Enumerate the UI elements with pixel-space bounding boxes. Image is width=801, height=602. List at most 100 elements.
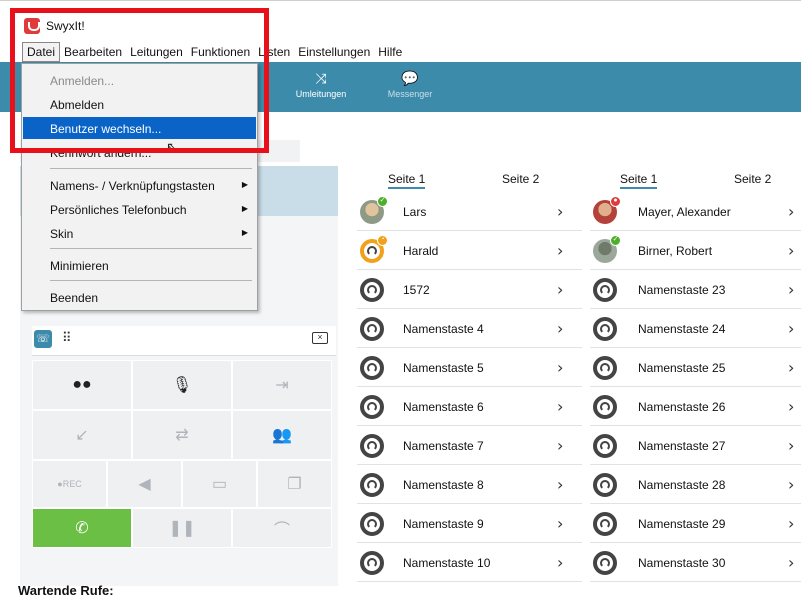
dial-bar: ☏ ⠿ × xyxy=(32,326,336,356)
conference-toggle-button[interactable]: ●● xyxy=(32,360,132,410)
backspace-icon[interactable]: × xyxy=(312,332,328,344)
speed-dial-namenstaste-4[interactable]: Namenstaste 4 › xyxy=(357,310,582,348)
tab-left-seite-2[interactable]: Seite 2 xyxy=(502,172,539,186)
transfer-button[interactable]: ⇄ xyxy=(132,410,232,460)
chevron-right-icon[interactable]: › xyxy=(788,319,794,338)
speed-dial-namenstaste-23[interactable]: Namenstaste 23 › xyxy=(590,271,801,309)
avatar xyxy=(593,395,617,419)
speed-dial-namenstaste-8[interactable]: Namenstaste 8 › xyxy=(357,466,582,504)
speed-dial-label: Lars xyxy=(403,205,427,219)
status-busy-icon: ● xyxy=(610,196,621,207)
speed-dial-namenstaste-25[interactable]: Namenstaste 25 › xyxy=(590,349,801,387)
speaker-icon: ◀ xyxy=(138,476,151,493)
chevron-right-icon[interactable]: › xyxy=(788,358,794,377)
speed-dial-birner-robert[interactable]: ✓ Birner, Robert › xyxy=(590,232,801,270)
menu-item-label: Skin xyxy=(50,227,74,241)
speed-dial-label: Namenstaste 23 xyxy=(638,283,726,297)
speed-dial-label: Namenstaste 27 xyxy=(638,439,726,453)
chevron-right-icon[interactable]: › xyxy=(788,475,794,494)
status-away-icon: ◔ xyxy=(377,235,388,246)
chevron-right-icon[interactable]: › xyxy=(788,280,794,299)
avatar xyxy=(593,278,617,302)
chevron-right-icon[interactable]: › xyxy=(557,436,563,455)
chevron-right-icon[interactable]: › xyxy=(557,514,563,533)
speed-dial-namenstaste-6[interactable]: Namenstaste 6 › xyxy=(357,388,582,426)
phone-book-icon[interactable]: ☏ xyxy=(34,330,52,348)
hangup-button[interactable]: ⌒ xyxy=(232,508,332,548)
submenu-arrow-icon: ▶ xyxy=(241,228,248,237)
window-button[interactable]: ❐ xyxy=(257,460,332,508)
conference-button[interactable]: 👥 xyxy=(232,410,332,460)
callback-icon: ↙ xyxy=(75,427,89,444)
tab-left-seite-1[interactable]: Seite 1 xyxy=(388,172,426,189)
messenger-button[interactable]: 💬 Messenger xyxy=(375,70,445,99)
speed-dial-label: Namenstaste 9 xyxy=(403,517,484,531)
speed-dial-label: Birner, Robert xyxy=(638,244,713,258)
record-button[interactable]: ●REC xyxy=(32,460,107,508)
speed-dial-namenstaste-28[interactable]: Namenstaste 28 › xyxy=(590,466,801,504)
speed-dial-namenstaste-27[interactable]: Namenstaste 27 › xyxy=(590,427,801,465)
video-button[interactable]: ▭ xyxy=(182,460,257,508)
chevron-right-icon[interactable]: › xyxy=(557,280,563,299)
call-button[interactable]: ✆ xyxy=(32,508,132,548)
tab-right-seite-1[interactable]: Seite 1 xyxy=(620,172,658,189)
speed-dial-lars[interactable]: ✓ Lars › xyxy=(357,193,582,231)
chevron-right-icon[interactable]: › xyxy=(788,397,794,416)
menu-item-skin[interactable]: Skin ▶ xyxy=(23,222,256,244)
chevron-right-icon[interactable]: › xyxy=(788,436,794,455)
speed-dial-namenstaste-9[interactable]: Namenstaste 9 › xyxy=(357,505,582,543)
speed-dial-namenstaste-7[interactable]: Namenstaste 7 › xyxy=(357,427,582,465)
menu-separator xyxy=(50,168,252,169)
voicemail-button[interactable]: ⇥ xyxy=(232,360,332,410)
annotation-highlight-box xyxy=(10,8,269,153)
avatar xyxy=(360,551,384,575)
umleitungen-button[interactable]: ⤨ Umleitungen xyxy=(286,70,356,99)
callback-button[interactable]: ↙ xyxy=(32,410,132,460)
avatar xyxy=(593,434,617,458)
video-icon: ▭ xyxy=(211,476,228,493)
chevron-right-icon[interactable]: › xyxy=(557,202,563,221)
speed-dial-mayer-alexander[interactable]: ● Mayer, Alexander › xyxy=(590,193,801,231)
microphone-button[interactable]: 🎙 xyxy=(132,360,232,410)
chevron-right-icon[interactable]: › xyxy=(557,397,563,416)
speed-dial-harald[interactable]: ◔ Harald › xyxy=(357,232,582,270)
menu-item-label: Persönliches Telefonbuch xyxy=(50,203,187,217)
menu-item-namenstasten[interactable]: Namens- / Verknüpfungstasten ▶ xyxy=(23,174,256,196)
transfer-icon: ⇄ xyxy=(175,427,189,444)
speed-dial-namenstaste-30[interactable]: Namenstaste 30 › xyxy=(590,544,801,582)
chevron-right-icon[interactable]: › xyxy=(557,475,563,494)
speed-dial-1572[interactable]: 1572 › xyxy=(357,271,582,309)
chevron-right-icon[interactable]: › xyxy=(557,553,563,572)
menu-einstellungen[interactable]: Einstellungen xyxy=(294,42,374,62)
speed-dial-label: Namenstaste 28 xyxy=(638,478,726,492)
speaker-button[interactable]: ◀ xyxy=(107,460,182,508)
avatar xyxy=(593,551,617,575)
speed-dial-namenstaste-24[interactable]: Namenstaste 24 › xyxy=(590,310,801,348)
avatar xyxy=(360,317,384,341)
speed-dial-namenstaste-10[interactable]: Namenstaste 10 › xyxy=(357,544,582,582)
speed-dial-label: Namenstaste 5 xyxy=(403,361,484,375)
menu-hilfe[interactable]: Hilfe xyxy=(374,42,406,62)
chevron-right-icon[interactable]: › xyxy=(788,202,794,221)
speed-dial-label: Namenstaste 29 xyxy=(638,517,726,531)
menu-separator xyxy=(50,248,252,249)
avatar xyxy=(593,512,617,536)
chevron-right-icon[interactable]: › xyxy=(788,241,794,260)
keypad-icon[interactable]: ⠿ xyxy=(62,330,71,346)
chevron-right-icon[interactable]: › xyxy=(557,358,563,377)
menu-item-beenden[interactable]: Beenden xyxy=(23,286,256,308)
chevron-right-icon[interactable]: › xyxy=(788,514,794,533)
speed-dial-namenstaste-5[interactable]: Namenstaste 5 › xyxy=(357,349,582,387)
avatar xyxy=(360,473,384,497)
chevron-right-icon[interactable]: › xyxy=(557,241,563,260)
menu-item-minimieren[interactable]: Minimieren xyxy=(23,254,256,276)
speed-dial-namenstaste-26[interactable]: Namenstaste 26 › xyxy=(590,388,801,426)
chevron-right-icon[interactable]: › xyxy=(557,319,563,338)
hold-button[interactable]: ❚❚ xyxy=(132,508,232,548)
avatar xyxy=(360,356,384,380)
speed-dial-namenstaste-29[interactable]: Namenstaste 29 › xyxy=(590,505,801,543)
window-icon: ❐ xyxy=(287,476,302,493)
menu-item-telefonbuch[interactable]: Persönliches Telefonbuch ▶ xyxy=(23,198,256,220)
tab-right-seite-2[interactable]: Seite 2 xyxy=(734,172,771,186)
chevron-right-icon[interactable]: › xyxy=(788,553,794,572)
